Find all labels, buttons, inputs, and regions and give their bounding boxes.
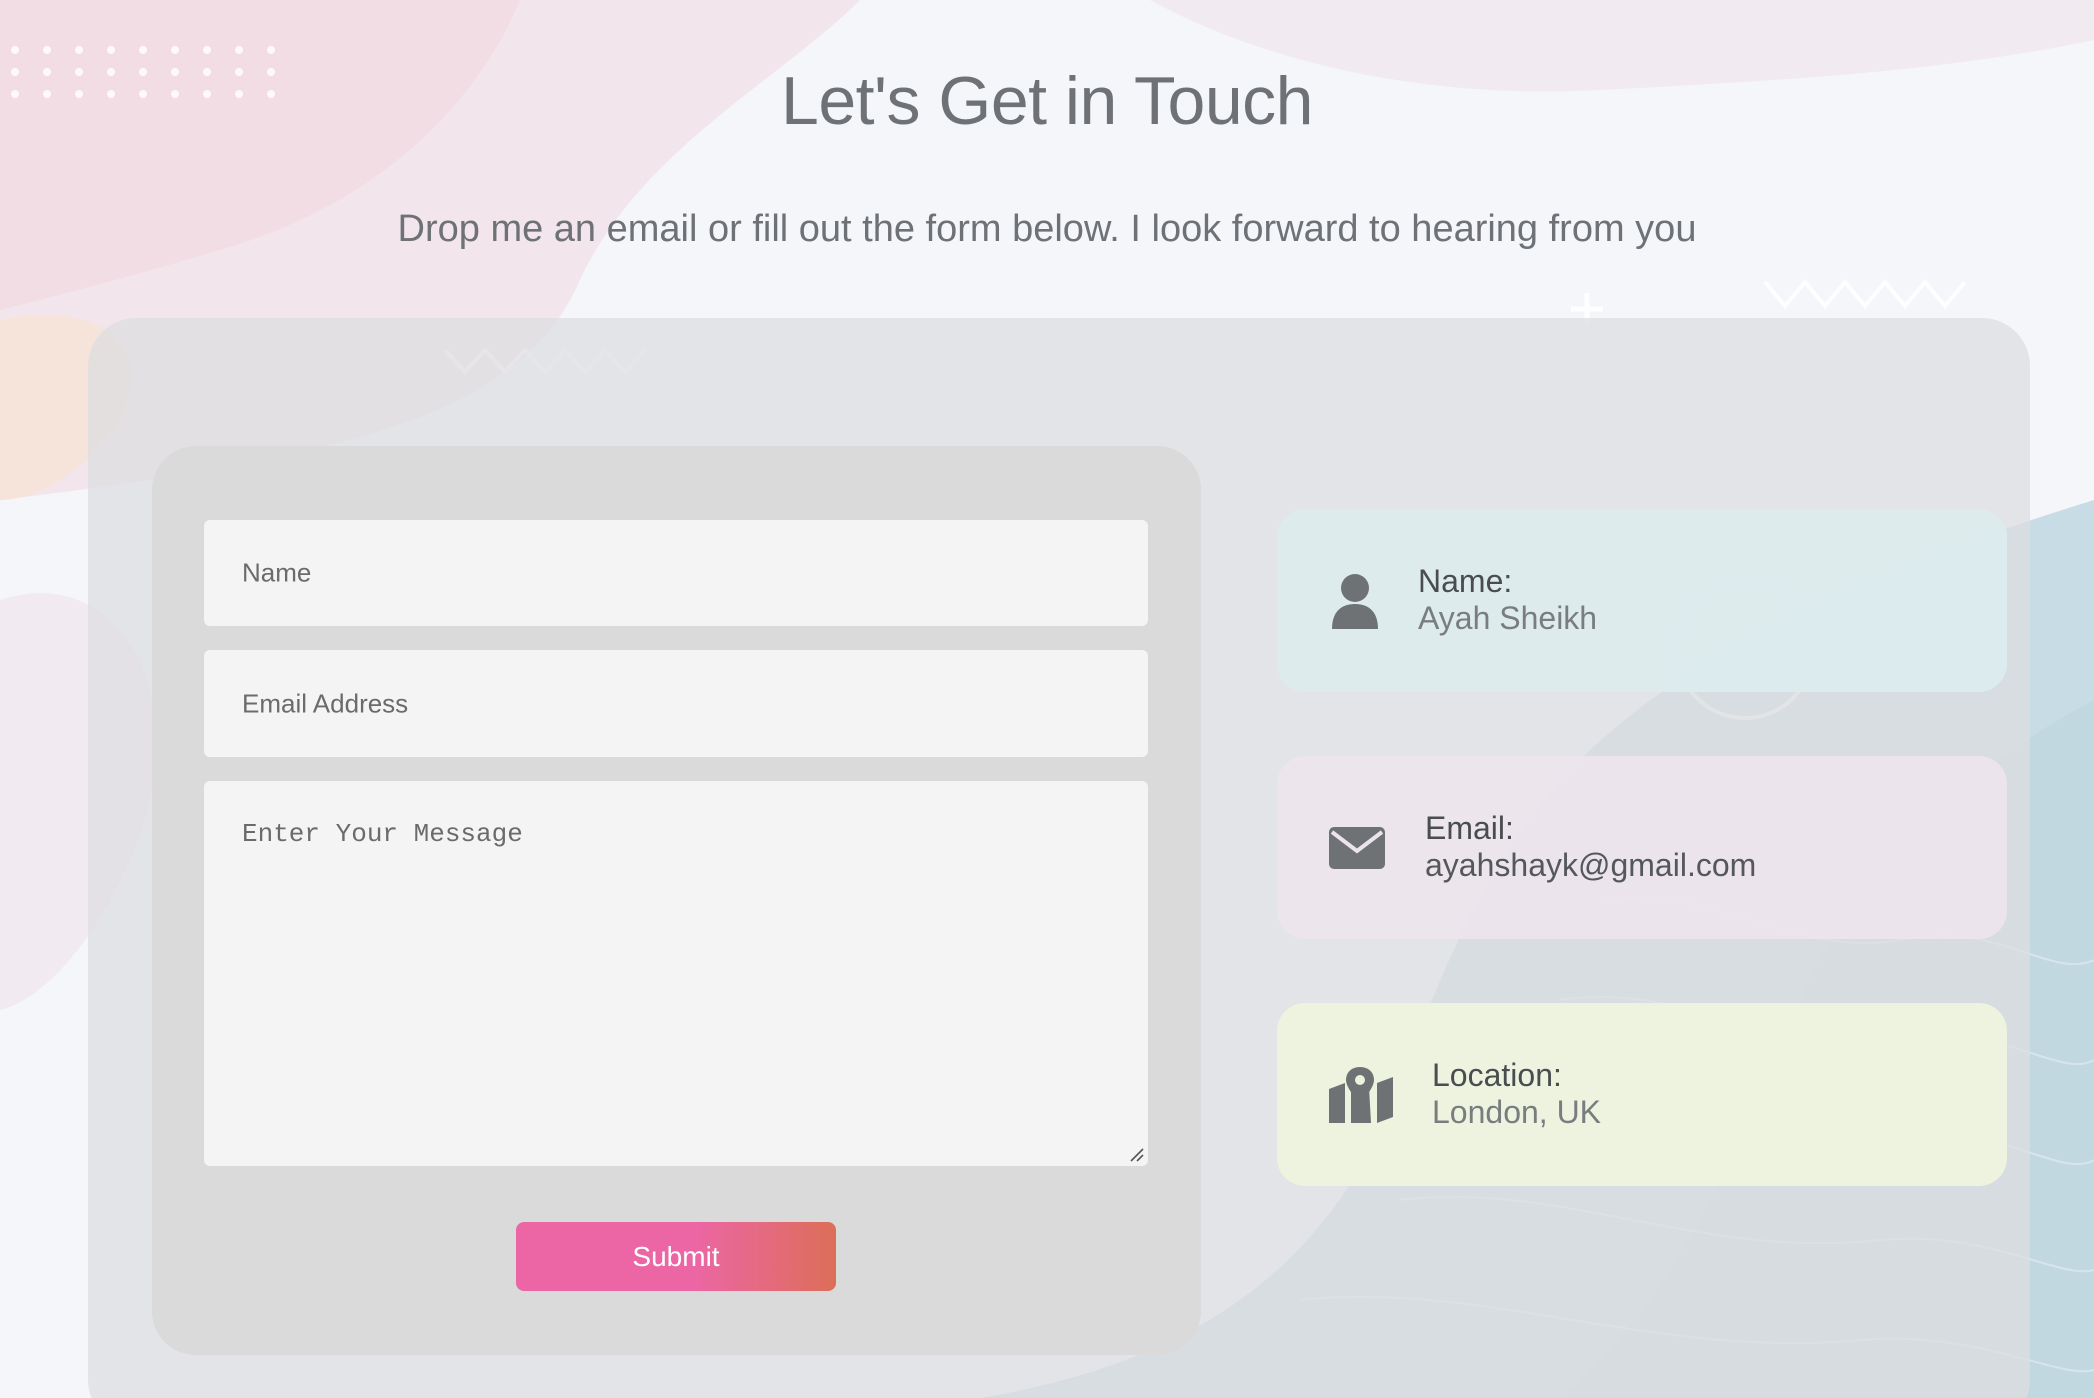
name-input-placeholder: Name: [242, 557, 312, 588]
page-subtitle: Drop me an email or fill out the form be…: [397, 208, 1697, 250]
map-location-icon: [1329, 1066, 1393, 1123]
name-input[interactable]: Name: [204, 520, 1148, 626]
user-icon: [1332, 573, 1378, 629]
contact-name-value: Ayah Sheikh: [1418, 600, 1598, 636]
contact-card-email: Email: ayahshayk@gmail.com: [1277, 756, 2007, 939]
message-textarea[interactable]: Enter Your Message: [204, 781, 1148, 1166]
contact-location-label: Location:: [1432, 1057, 1562, 1093]
resize-handle-icon[interactable]: [1128, 1146, 1144, 1162]
email-input[interactable]: Email Address: [204, 650, 1148, 757]
envelope-icon: [1329, 826, 1385, 869]
message-textarea-placeholder: Enter Your Message: [242, 819, 523, 849]
contact-email-label: Email:: [1425, 810, 1514, 846]
page-title: Let's Get in Touch: [781, 63, 1313, 139]
contact-name-label: Name:: [1418, 563, 1513, 599]
submit-button[interactable]: Submit: [516, 1222, 836, 1291]
contact-card-name: Name: Ayah Sheikh: [1277, 509, 2007, 692]
email-input-placeholder: Email Address: [242, 688, 409, 718]
contact-location-value: London, UK: [1432, 1094, 1602, 1130]
contact-email-value[interactable]: ayahshayk@gmail.com: [1425, 847, 1756, 884]
contact-card-location: Location: London, UK: [1277, 1003, 2007, 1186]
